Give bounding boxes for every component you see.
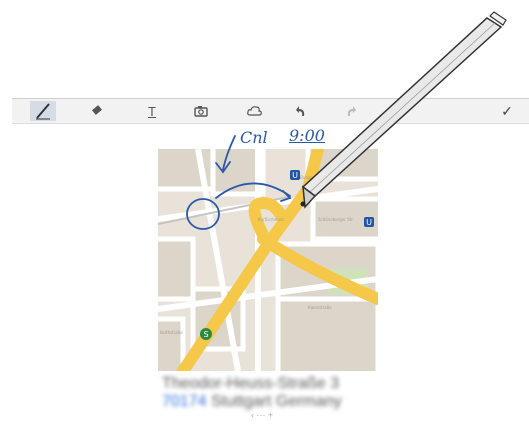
city-country: Stuttgart Germany — [210, 393, 342, 410]
svg-text:Kleiststraße: Kleiststraße — [308, 305, 332, 310]
map-graphic: U U S Budapester Str. Kurfürstenstr. Sch… — [158, 149, 378, 371]
text-icon: T — [148, 103, 156, 119]
note-canvas[interactable]: T ✓ U U S Budapester Str. Kurfürstenstr.… — [12, 98, 529, 424]
confirm-tool[interactable]: ✓ — [494, 101, 520, 121]
pen-icon — [36, 103, 50, 120]
eraser-icon — [92, 105, 102, 115]
map-image[interactable]: U U S Budapester Str. Kurfürstenstr. Sch… — [158, 149, 378, 371]
check-icon: ✓ — [501, 102, 513, 119]
undo-tool[interactable] — [288, 101, 314, 121]
svg-text:S: S — [203, 330, 208, 339]
zip-link[interactable]: 70174 — [162, 393, 207, 410]
svg-text:Budapester Str.: Budapester Str. — [300, 175, 331, 180]
page-indicator: ‹ ··· + — [251, 410, 274, 420]
pen-tool[interactable] — [30, 101, 56, 121]
shape-tool[interactable] — [242, 101, 268, 121]
redo-icon — [347, 106, 356, 116]
camera-tool[interactable] — [188, 101, 214, 121]
svg-text:U: U — [292, 171, 298, 180]
text-tool[interactable]: T — [139, 101, 165, 121]
cloud-icon — [247, 106, 262, 116]
svg-text:Schöneberger Str.: Schöneberger Str. — [318, 217, 354, 222]
address-block: Theodor-Heuss-Straße 3 70174 Stuttgart G… — [162, 375, 382, 411]
svg-text:Kurfürstenstr.: Kurfürstenstr. — [258, 217, 285, 222]
toolbar: T ✓ — [12, 99, 529, 124]
undo-icon — [296, 106, 305, 116]
svg-text:Keithstraße: Keithstraße — [160, 330, 183, 335]
redo-tool[interactable] — [338, 101, 364, 121]
city-line: 70174 Stuttgart Germany — [162, 393, 382, 411]
eraser-tool[interactable] — [84, 101, 110, 121]
street-line: Theodor-Heuss-Straße 3 — [162, 375, 339, 392]
svg-text:U: U — [366, 218, 372, 227]
camera-icon — [194, 106, 208, 117]
